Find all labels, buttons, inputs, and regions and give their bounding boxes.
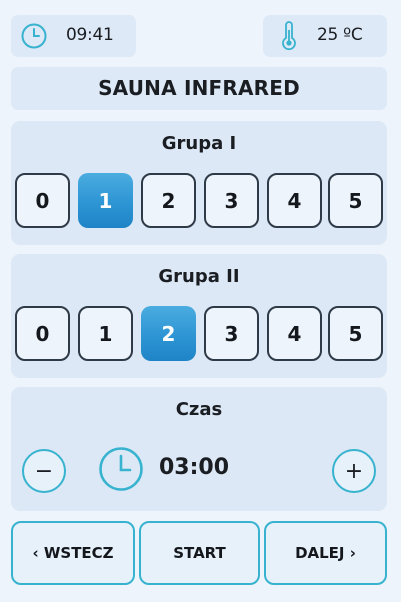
group-2-title: Grupa II: [158, 266, 240, 287]
group-1-panel: Grupa I 0 1 2 3 4 5: [11, 121, 387, 245]
group-2-panel: Grupa II 0 1 2 3 4 5: [11, 254, 387, 378]
group-2-options: 0 1 2 3 4 5: [13, 306, 385, 361]
title-bar: SAUNA INFRARED: [11, 67, 387, 110]
group-2-option-0[interactable]: 0: [15, 306, 70, 361]
group-1-option-1[interactable]: 1: [78, 173, 133, 228]
group-2-option-3[interactable]: 3: [204, 306, 259, 361]
status-temperature: 25 ºC: [317, 25, 363, 45]
clock-icon: [99, 447, 143, 491]
group-1-option-2[interactable]: 2: [141, 173, 196, 228]
group-1-option-5[interactable]: 5: [328, 173, 383, 228]
group-2-option-4[interactable]: 4: [267, 306, 322, 361]
group-2-option-5[interactable]: 5: [328, 306, 383, 361]
start-button[interactable]: START: [139, 521, 260, 585]
group-2-option-2[interactable]: 2: [141, 306, 196, 361]
thermometer-icon: [282, 21, 296, 51]
increase-time-button[interactable]: +: [332, 449, 376, 493]
group-1-option-3[interactable]: 3: [204, 173, 259, 228]
group-1-option-4[interactable]: 4: [267, 173, 322, 228]
page-title: SAUNA INFRARED: [98, 76, 300, 100]
timer-title: Czas: [175, 399, 223, 420]
temperature-status: 25 ºC: [263, 15, 387, 57]
group-1-option-0[interactable]: 0: [15, 173, 70, 228]
sauna-screen: 09:41 25 ºC SAUNA INFRARED Grupa I 0 1 2…: [0, 0, 401, 602]
group-1-title: Grupa I: [161, 133, 237, 154]
timer-panel: Czas − 03:00 +: [11, 387, 387, 511]
clock-icon: [21, 23, 47, 49]
clock-status: 09:41: [11, 15, 136, 57]
time-value: 03:00: [159, 455, 230, 480]
next-button[interactable]: DALEJ ›: [264, 521, 387, 585]
group-1-options: 0 1 2 3 4 5: [13, 173, 385, 228]
decrease-time-button[interactable]: −: [22, 449, 66, 493]
status-time: 09:41: [66, 25, 114, 45]
back-button[interactable]: ‹ WSTECZ: [11, 521, 135, 585]
group-2-option-1[interactable]: 1: [78, 306, 133, 361]
